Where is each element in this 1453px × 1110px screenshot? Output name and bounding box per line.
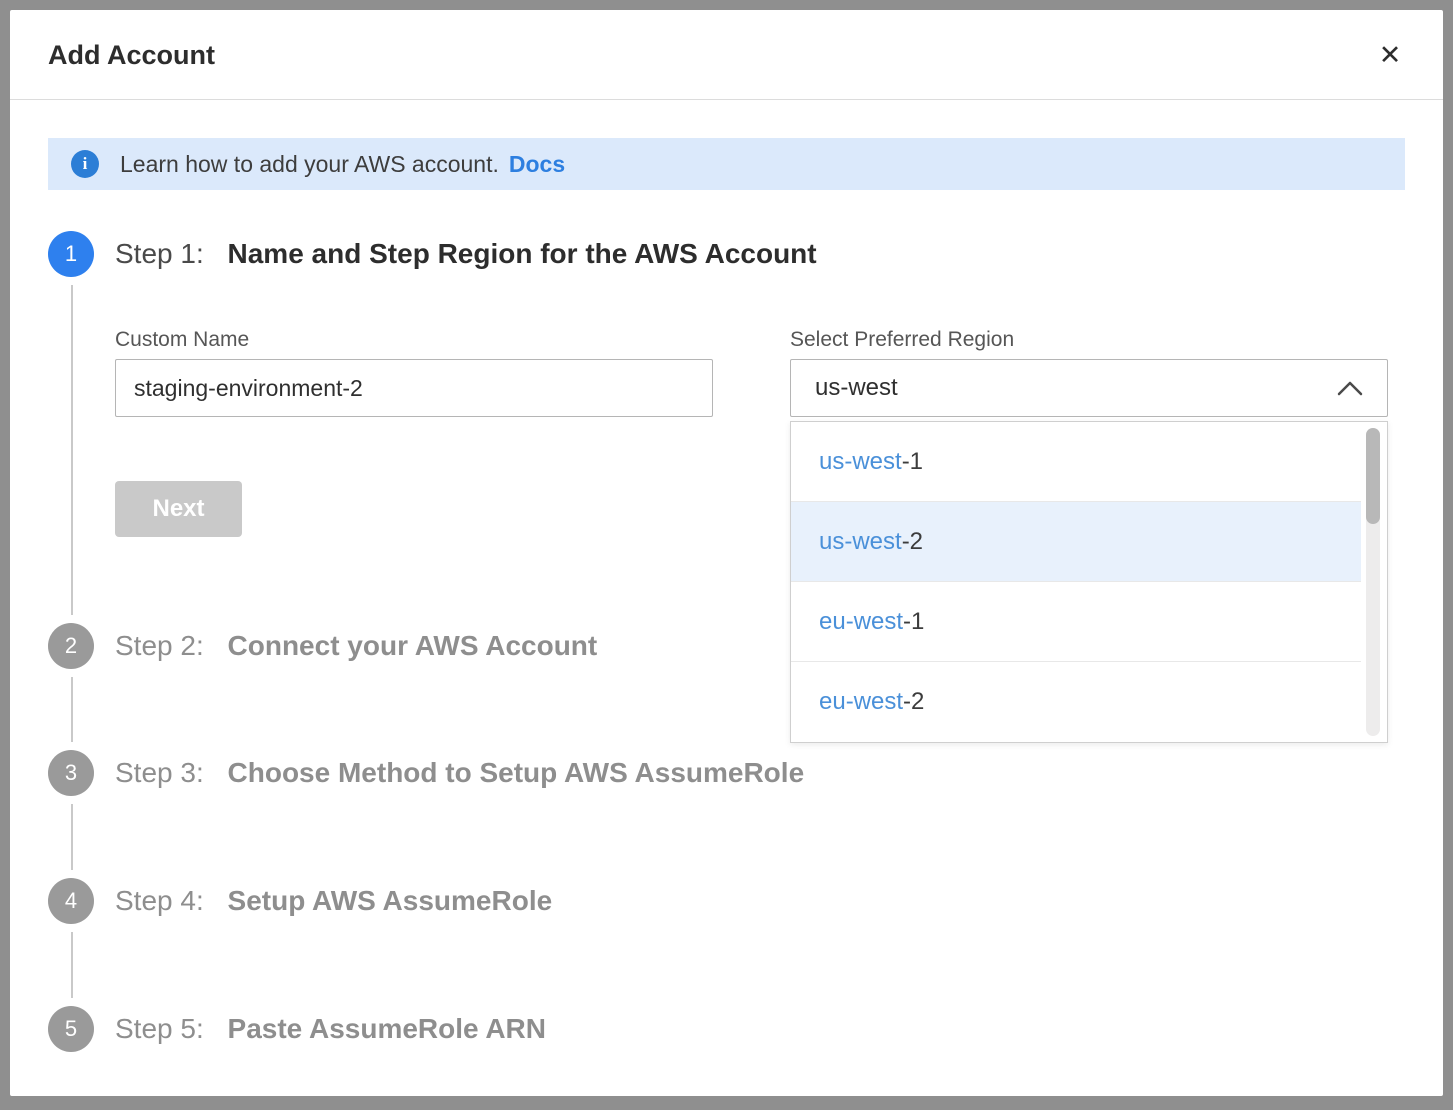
region-select-value: us-west	[815, 360, 898, 416]
dropdown-scrollbar-thumb[interactable]	[1366, 428, 1380, 524]
step-3-heading: Step 3: Choose Method to Setup AWS Assum…	[115, 750, 804, 796]
info-banner: i Learn how to add your AWS account. Docs	[48, 138, 1405, 190]
region-dropdown: us-west-1 us-west-2 eu-west-1 eu-west-2	[790, 421, 1388, 743]
region-option-us-west-2[interactable]: us-west-2	[791, 502, 1361, 582]
option-match-text: eu-west	[819, 608, 903, 635]
docs-link[interactable]: Docs	[509, 151, 565, 177]
step-1-heading: Step 1: Name and Step Region for the AWS…	[115, 231, 817, 277]
custom-name-input[interactable]	[115, 359, 713, 417]
region-option-eu-west-1[interactable]: eu-west-1	[791, 582, 1361, 662]
chevron-up-icon	[1337, 380, 1363, 396]
step-4-title: Setup AWS AssumeRole	[228, 885, 553, 916]
modal-header: Add Account ✕	[10, 10, 1443, 100]
step-2-heading: Step 2: Connect your AWS Account	[115, 623, 597, 669]
option-rest-text: -1	[902, 448, 923, 475]
step-connector	[71, 677, 73, 742]
step-4-indicator: 4	[48, 878, 94, 924]
info-icon: i	[71, 150, 99, 178]
dropdown-scrollbar-track[interactable]	[1366, 428, 1380, 736]
step-connector	[71, 285, 73, 615]
region-label: Select Preferred Region	[790, 328, 1014, 352]
step-1-prefix: Step 1:	[115, 238, 204, 269]
close-icon[interactable]: ✕	[1371, 36, 1409, 74]
page-title: Add Account	[48, 10, 215, 100]
step-3-indicator: 3	[48, 750, 94, 796]
option-match-text: us-west	[819, 448, 902, 475]
step-connector	[71, 932, 73, 998]
add-account-modal: Add Account ✕ i Learn how to add your AW…	[10, 10, 1443, 1096]
step-3-title: Choose Method to Setup AWS AssumeRole	[228, 757, 805, 788]
region-option-us-west-1[interactable]: us-west-1	[791, 422, 1361, 502]
option-rest-text: -1	[903, 608, 924, 635]
region-select[interactable]: us-west	[790, 359, 1388, 417]
option-match-text: us-west	[819, 528, 902, 555]
step-5-indicator: 5	[48, 1006, 94, 1052]
step-2-title: Connect your AWS Account	[228, 630, 598, 661]
step-5-prefix: Step 5:	[115, 1013, 204, 1044]
region-option-list: us-west-1 us-west-2 eu-west-1 eu-west-2	[791, 422, 1361, 742]
next-button[interactable]: Next	[115, 481, 242, 537]
step-4-heading: Step 4: Setup AWS AssumeRole	[115, 878, 552, 924]
custom-name-label: Custom Name	[115, 328, 249, 352]
step-2-indicator: 2	[48, 623, 94, 669]
banner-message: Learn how to add your AWS account.	[120, 151, 499, 177]
step-connector	[71, 804, 73, 870]
banner-text: Learn how to add your AWS account. Docs	[120, 138, 565, 190]
option-rest-text: -2	[903, 688, 924, 715]
step-5-heading: Step 5: Paste AssumeRole ARN	[115, 1006, 546, 1052]
option-rest-text: -2	[902, 528, 923, 555]
region-option-eu-west-2[interactable]: eu-west-2	[791, 662, 1361, 742]
step-1-indicator: 1	[48, 231, 94, 277]
option-match-text: eu-west	[819, 688, 903, 715]
step-3-prefix: Step 3:	[115, 757, 204, 788]
step-1-title: Name and Step Region for the AWS Account	[228, 238, 817, 269]
step-5-title: Paste AssumeRole ARN	[228, 1013, 546, 1044]
step-2-prefix: Step 2:	[115, 630, 204, 661]
step-4-prefix: Step 4:	[115, 885, 204, 916]
